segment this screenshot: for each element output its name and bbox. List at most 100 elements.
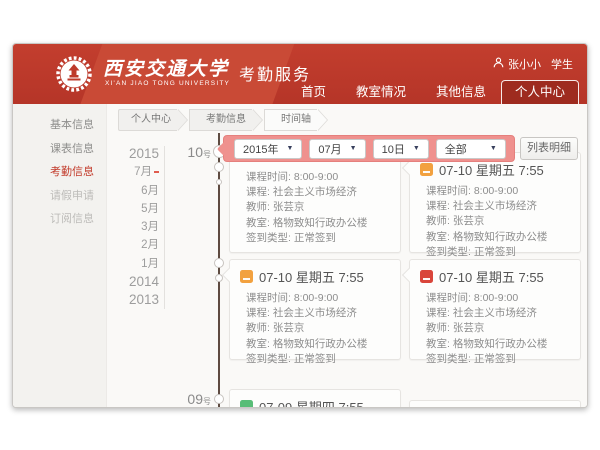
page-body: 基本信息 课表信息 考勤信息 请假申请 订阅信息 [13,104,587,407]
filter-dropdown[interactable]: 07月 ▼ [309,139,365,159]
timeline-node [214,394,224,404]
day-number: 09 [187,391,203,407]
main-nav: 首页 教室情况 其他信息 个人中心 [286,80,579,104]
timeline-year-label: 5月 [141,203,159,215]
filter-dropdown[interactable]: 10日 ▼ [373,139,429,159]
timeline-day-marker: 09号 [173,391,211,407]
nav-tab[interactable]: 教室情况 [341,80,421,104]
user-account[interactable]: 张小小 学生 [493,56,573,72]
dropdown-value: 07月 [318,141,341,157]
university-name-cn: 西安交通大学 [103,54,229,81]
nav-tab-label: 首页 [301,85,326,99]
card-fields: 课程时间: 8:00-9:00 课程: 社会主义市场经济 教师: 张芸京 教室:… [230,288,400,373]
timeline-year-item[interactable]: 2013 [111,291,159,309]
timeline-node [216,179,222,185]
nav-tab-label: 其他信息 [436,85,486,99]
breadcrumb-tab[interactable]: 个人中心 [118,109,177,131]
rail-divider [164,146,165,309]
card-field: 教师: 张芸京 [246,321,392,336]
breadcrumb-tab[interactable]: 时间轴 [264,109,317,131]
timeline-year-label: 7月 [134,166,152,178]
timeline-year-item[interactable]: 3月 [111,218,159,236]
user-name: 张小小 [508,56,541,72]
breadcrumb: 个人中心 考勤信息 时间轴 [118,109,329,131]
timeline-year-label: 3月 [141,221,159,233]
card-field: 课程时间: 8:00-9:00 [426,291,572,306]
list-detail-button[interactable]: 列表明细 [520,137,578,160]
card-fields [410,401,580,408]
chevron-down-icon: ▼ [286,145,293,152]
card-field: 签到类型: 正常签到 [246,352,392,367]
sidebar: 基本信息 课表信息 考勤信息 请假申请 订阅信息 [13,104,107,407]
breadcrumb-label: 考勤信息 [206,114,246,125]
timeline-year-item[interactable]: 2015 [111,145,159,163]
card-header: 07-09 星期四 7:55 [230,390,400,408]
card-field: 课程: 社会主义市场经济 [246,185,392,200]
nav-tab[interactable]: 个人中心 [501,80,579,104]
attendance-card: 07-10 星期五 7:55 课程时间: 8:00-9:00 课程: 社会主义市… [409,152,581,253]
day-unit: 号 [203,397,211,406]
card-field: 签到类型: 正常签到 [246,231,392,246]
sidebar-item[interactable]: 基本信息 [13,114,106,138]
person-icon [493,57,504,71]
attendance-card: 07-10 星期五 7:55 课程时间: 8:00-9:00 课程: 社会主义市… [229,259,401,360]
day-unit: 号 [203,150,211,159]
sidebar-item[interactable]: 课表信息 [13,138,106,162]
card-field: 教室: 格物致知行政办公楼 [246,216,392,231]
timeline-year-label: 2月 [141,239,159,251]
breadcrumb-label: 个人中心 [131,114,171,125]
filter-dropdown[interactable]: 2015年 ▼ [234,139,302,159]
timeline-year-list: 2015 7月 6月 5月 3月 2月 [111,145,159,310]
breadcrumb-tab[interactable]: 考勤信息 [189,109,252,131]
sidebar-item[interactable]: 订阅信息 [13,208,106,232]
day-number: 10 [187,144,203,160]
calendar-icon [420,270,433,283]
nav-tab-label: 教室情况 [356,85,406,99]
active-month-tick [154,171,159,173]
timeline-year-label: 2014 [129,274,159,289]
card-field: 签到类型: 正常签到 [426,352,572,367]
card-field: 教室: 格物致知行政办公楼 [426,337,572,352]
timeline-year-item[interactable]: 7月 [111,163,159,181]
calendar-icon [240,270,253,283]
nav-tab[interactable]: 其他信息 [421,80,501,104]
card-fields: 课程时间: 8:00-9:00 课程: 社会主义市场经济 教师: 张芸京 教室:… [410,181,580,266]
calendar-icon [240,400,253,408]
timeline-node [214,162,224,172]
calendar-icon [420,163,433,176]
card-field: 课程时间: 8:00-9:00 [246,170,392,185]
dropdown-value: 10日 [382,141,405,157]
nav-tab-label: 个人中心 [515,85,565,99]
timeline-year-item[interactable]: 6月 [111,182,159,200]
timeline-year-item[interactable]: 2月 [111,236,159,254]
university-name-en: XI'AN JIAO TONG UNIVERSITY [105,80,230,87]
app-window: 西安交通大学 XI'AN JIAO TONG UNIVERSITY 考勤服务 张… [12,43,588,408]
card-field: 教室: 格物致知行政办公楼 [426,230,572,245]
timeline-year-item[interactable]: 1月 [111,255,159,273]
card-title: 07-09 星期四 7:55 [259,397,364,408]
card-title: 07-10 星期五 7:55 [439,160,544,179]
timeline-node [214,258,224,268]
timeline-year-label: 2013 [129,292,159,307]
card-field: 教室: 格物致知行政办公楼 [246,337,392,352]
timeline-year-item[interactable]: 5月 [111,200,159,218]
sidebar-item[interactable]: 考勤信息 [13,161,106,185]
attendance-card: 07-10 星期五 7:55 课程时间: 8:00-9:00 课程: 社会主义市… [409,259,581,360]
attendance-card [409,400,581,408]
filter-bar: 2015年 ▼ 07月 ▼ 10日 ▼ 全部 ▼ [223,135,515,162]
card-header: 07-10 星期五 7:55 [410,260,580,288]
filter-dropdown[interactable]: 全部 ▼ [436,139,506,159]
timeline-year-item[interactable]: 2014 [111,273,159,291]
attendance-card: 07-09 星期四 7:55 [229,389,401,408]
app-header: 西安交通大学 XI'AN JIAO TONG UNIVERSITY 考勤服务 张… [13,44,587,104]
timeline-year-label: 1月 [141,258,159,270]
card-title: 07-10 星期五 7:55 [439,267,544,286]
card-field: 课程时间: 8:00-9:00 [426,184,572,199]
dropdown-value: 全部 [445,141,467,157]
sidebar-item-label: 请假申请 [50,190,94,202]
timeline-day-marker: 10号 [173,144,211,160]
nav-tab[interactable]: 首页 [286,80,341,104]
card-field: 课程时间: 8:00-9:00 [246,291,392,306]
sidebar-item-label: 考勤信息 [50,166,94,178]
sidebar-item[interactable]: 请假申请 [13,185,106,209]
